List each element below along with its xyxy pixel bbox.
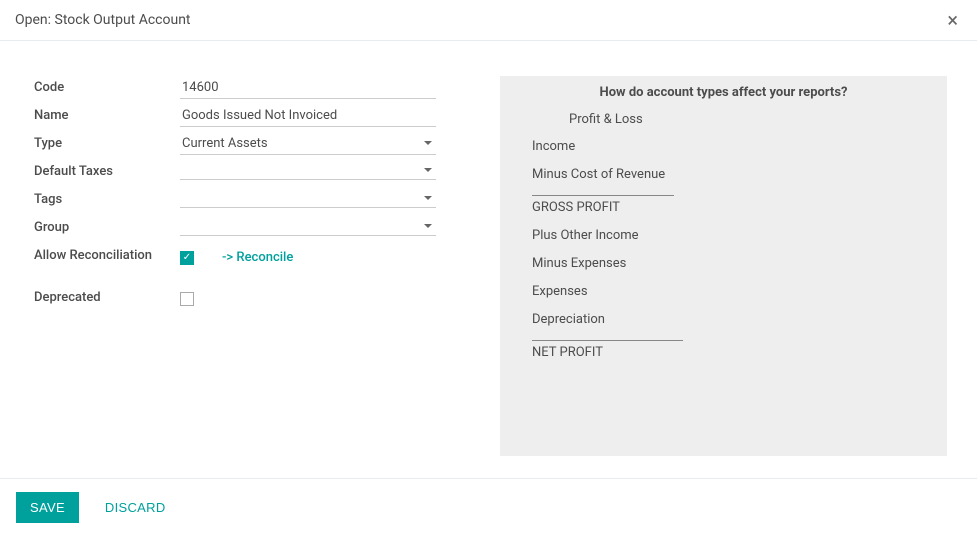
modal-body: Code Name Type Current Assets: [0, 41, 977, 479]
deprecated-checkbox[interactable]: [180, 292, 194, 306]
label-default-taxes: Default Taxes: [34, 160, 180, 179]
info-line-expenses: Expenses: [526, 284, 921, 299]
info-line-gross-profit: GROSS PROFIT: [532, 195, 674, 215]
label-deprecated: Deprecated: [34, 286, 180, 305]
close-button[interactable]: ×: [943, 10, 962, 30]
tags-select[interactable]: [180, 188, 436, 208]
form-column: Code Name Type Current Assets: [34, 76, 436, 456]
info-line-depreciation: Depreciation: [526, 312, 921, 327]
info-panel: How do account types affect your reports…: [500, 76, 947, 456]
allow-reconciliation-checkbox[interactable]: ✓: [180, 251, 194, 265]
name-input[interactable]: [180, 104, 436, 127]
label-code: Code: [34, 76, 180, 95]
reconcile-link[interactable]: -> Reconcile: [222, 250, 293, 265]
info-line-net-profit: NET PROFIT: [532, 340, 683, 360]
chevron-down-icon: [424, 141, 432, 145]
label-allow-reconciliation: Allow Reconciliation: [34, 244, 180, 263]
label-name: Name: [34, 104, 180, 123]
chevron-down-icon: [424, 168, 432, 172]
info-panel-title: How do account types affect your reports…: [526, 85, 921, 100]
info-line-income: Income: [526, 139, 921, 154]
info-pnl-heading: Profit & Loss: [526, 112, 921, 127]
chevron-down-icon: [424, 224, 432, 228]
info-line-minus-exp: Minus Expenses: [526, 256, 921, 271]
save-button[interactable]: SAVE: [16, 492, 79, 523]
discard-button[interactable]: DISCARD: [99, 499, 172, 516]
modal-header: Open: Stock Output Account ×: [0, 0, 977, 41]
default-taxes-select[interactable]: [180, 160, 436, 180]
chevron-down-icon: [424, 196, 432, 200]
info-line-plus-other: Plus Other Income: [526, 228, 921, 243]
label-group: Group: [34, 216, 180, 235]
code-input[interactable]: [180, 76, 436, 99]
modal-footer: SAVE DISCARD: [0, 479, 977, 536]
info-line-minus-cor: Minus Cost of Revenue: [526, 167, 921, 182]
label-type: Type: [34, 132, 180, 151]
group-select[interactable]: [180, 216, 436, 236]
modal-title: Open: Stock Output Account: [15, 12, 191, 28]
info-column: How do account types affect your reports…: [500, 76, 947, 456]
type-select[interactable]: Current Assets: [180, 132, 436, 155]
type-value: Current Assets: [182, 136, 268, 151]
label-tags: Tags: [34, 188, 180, 207]
